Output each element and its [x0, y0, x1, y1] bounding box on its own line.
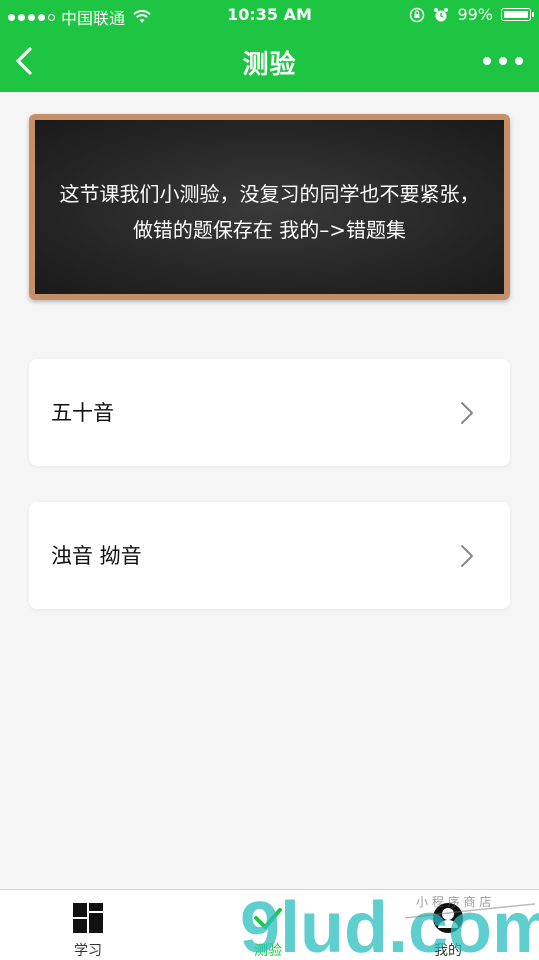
- battery-icon: [501, 8, 534, 21]
- page-title: 测验: [242, 50, 297, 80]
- dot-icon: [499, 57, 507, 65]
- chalkboard-message: 这节课我们小测验，没复习的同学也不要紧张，做错的题保存在 我的–>错题集: [59, 182, 480, 242]
- alarm-icon: [434, 7, 449, 21]
- status-right: 99%: [409, 5, 534, 24]
- dot-icon: [515, 57, 523, 65]
- chevron-right-icon: [461, 545, 473, 567]
- chalkboard-banner: 这节课我们小测验，没复习的同学也不要紧张，做错的题保存在 我的–>错题集: [29, 114, 510, 300]
- quiz-item-label: 五十音: [51, 401, 114, 425]
- tab-label: 学习: [74, 943, 102, 959]
- dot-icon: [483, 57, 491, 65]
- more-options-button[interactable]: [483, 48, 523, 74]
- quiz-item-label: 浊音 拗音: [51, 544, 142, 568]
- tab-label: 我的: [434, 943, 462, 959]
- chevron-right-icon: [461, 402, 473, 424]
- tab-study[interactable]: 学习: [38, 890, 138, 960]
- tab-quiz[interactable]: 测验: [218, 890, 318, 960]
- rotation-lock-icon: [410, 7, 425, 22]
- tab-label: 测验: [254, 943, 282, 959]
- quiz-item-gojuon[interactable]: 五十音: [29, 359, 510, 466]
- tab-mine[interactable]: 我的: [398, 890, 498, 960]
- app-header: 中国联通 10:35 AM 99% 测验: [0, 0, 539, 92]
- checkmark-icon: [254, 908, 282, 929]
- user-icon: [433, 903, 463, 933]
- status-bar: 中国联通 10:35 AM 99%: [0, 0, 539, 30]
- battery-percent: 99%: [457, 5, 493, 24]
- grid-icon: [73, 903, 103, 933]
- tab-bar: 学习 测验 我的: [0, 889, 539, 960]
- nav-bar: 测验: [0, 30, 539, 92]
- quiz-item-dakuon-youon[interactable]: 浊音 拗音: [29, 502, 510, 609]
